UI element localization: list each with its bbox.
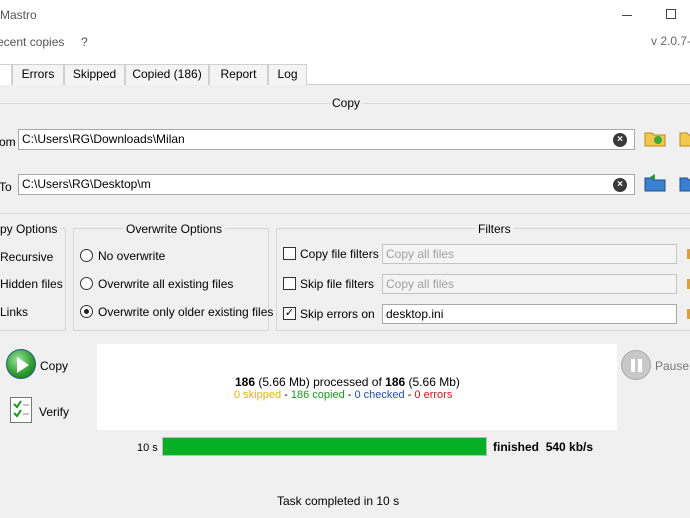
to-label: To: [0, 180, 12, 194]
pause-button[interactable]: Pause: [655, 359, 689, 373]
copy-group-title: Copy: [330, 96, 363, 110]
menu-bar: ecent copies ? v 2.0.7-: [0, 32, 690, 54]
separator: -: [281, 389, 291, 401]
tab-log[interactable]: Log: [268, 64, 307, 85]
browse-destination-folder-icon[interactable]: [644, 174, 666, 192]
skip-filter-label[interactable]: Skip file filters: [300, 277, 374, 291]
copy-filter-input[interactable]: Copy all files: [382, 244, 677, 264]
progress-bar: [162, 437, 487, 456]
elapsed-time: 10 s: [137, 442, 158, 454]
version-label: v 2.0.7-: [651, 34, 690, 48]
processed-summary: 186 (5.66 Mb) processed of 186 (5.66 Mb): [235, 375, 460, 389]
title-bar: yMastro: [0, 0, 690, 32]
transfer-speed: 540 kb/s: [545, 440, 594, 454]
menu-recent-copies[interactable]: ecent copies: [0, 35, 64, 49]
skip-errors-checkbox[interactable]: ✓: [283, 307, 296, 320]
overwrite-all-label[interactable]: Overwrite all existing files: [98, 277, 233, 291]
filters-title: Filters: [475, 222, 514, 236]
menu-help[interactable]: ?: [81, 35, 88, 49]
skip-filter-checkbox[interactable]: [283, 277, 296, 290]
transfer-status: finished 540 kb/s: [493, 440, 593, 454]
result-breakdown: 0 skipped - 186 copied - 0 checked - 0 e…: [234, 389, 452, 401]
verify-checklist-icon[interactable]: [10, 397, 32, 423]
skip-filter-input[interactable]: Copy all files: [382, 274, 677, 294]
tab-copy[interactable]: [0, 64, 12, 86]
hidden-files-option[interactable]: Hidden files: [0, 277, 63, 291]
tab-skipped[interactable]: Skipped: [64, 64, 125, 85]
total-size: (5.66 Mb): [408, 375, 460, 389]
copied-count: 186 copied: [290, 389, 345, 401]
maximize-button[interactable]: [666, 9, 676, 19]
copy-play-icon[interactable]: [6, 349, 36, 379]
tab-report[interactable]: Report: [209, 64, 268, 85]
source-extra-icon[interactable]: [679, 129, 690, 147]
options-divider: [0, 213, 690, 214]
tab-errors[interactable]: Errors: [12, 64, 64, 85]
overwrite-older-label[interactable]: Overwrite only older existing files: [98, 305, 273, 319]
errors-count: 0 errors: [414, 389, 453, 401]
copy-filter-label[interactable]: Copy file filters: [300, 247, 379, 261]
skipped-count: 0 skipped: [234, 389, 282, 401]
checked-count: 0 checked: [354, 389, 405, 401]
overwrite-options-title: Overwrite Options: [123, 222, 226, 236]
tab-bar: Errors Skipped Copied (186) Report Log: [0, 64, 690, 86]
minimize-button[interactable]: [622, 15, 632, 16]
overwrite-older-radio[interactable]: [80, 305, 93, 318]
total-count: 186: [385, 375, 406, 389]
copy-filter-checkbox[interactable]: [283, 247, 296, 260]
processed-size: (5.66 Mb): [258, 375, 310, 389]
processed-of-text: processed of: [313, 375, 382, 389]
progress-bar-fill: [163, 438, 486, 455]
recursive-option[interactable]: Recursive: [0, 250, 53, 264]
links-option[interactable]: Links: [0, 305, 28, 319]
destination-extra-icon[interactable]: [679, 174, 690, 192]
no-overwrite-label[interactable]: No overwrite: [98, 249, 165, 263]
clear-destination-icon[interactable]: ×: [613, 178, 627, 192]
clear-source-icon[interactable]: ×: [613, 133, 627, 147]
separator: -: [404, 389, 415, 401]
skip-errors-label[interactable]: Skip errors on: [300, 307, 375, 321]
overwrite-all-radio[interactable]: [80, 277, 93, 290]
status-bar: Task completed in 10 s: [0, 489, 690, 518]
copy-options-title: py Options: [0, 222, 61, 236]
browse-source-folder-icon[interactable]: [644, 129, 666, 147]
processed-count: 186: [235, 375, 256, 389]
copy-button[interactable]: Copy: [40, 359, 68, 373]
no-overwrite-radio[interactable]: [80, 249, 93, 262]
from-label: om: [0, 135, 16, 149]
window-title: yMastro: [0, 8, 37, 22]
skip-errors-input[interactable]: desktop.ini: [382, 304, 677, 324]
finished-label: finished: [493, 440, 540, 454]
tab-copied[interactable]: Copied (186): [125, 64, 209, 85]
status-message: Task completed in 10 s: [277, 494, 400, 508]
pause-icon[interactable]: [621, 350, 651, 380]
destination-path-input[interactable]: C:\Users\RG\Desktop\m: [18, 174, 635, 195]
verify-button[interactable]: Verify: [39, 405, 69, 419]
source-path-input[interactable]: C:\Users\RG\Downloads\Milan: [18, 129, 635, 150]
